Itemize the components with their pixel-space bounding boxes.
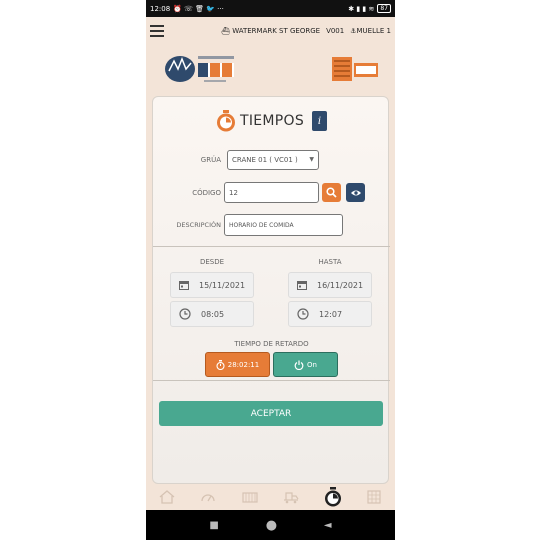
delay-toggle-button[interactable]: On xyxy=(273,352,338,377)
divider xyxy=(153,380,390,381)
app-topbar: ⛴ WATERMARK ST GEORGE V001 ⚓MUELLE 1 xyxy=(146,17,395,45)
desde-time-field[interactable]: 08:05 xyxy=(170,301,254,327)
search-icon xyxy=(326,187,337,198)
title-row: TIEMPOS i xyxy=(153,107,390,135)
home-icon xyxy=(159,490,175,504)
clock-icon xyxy=(297,308,309,320)
tiempos-card: TIEMPOS i GRÚA CRANE 01 ( VC01 ) ▼ CÓDIG… xyxy=(152,96,390,484)
phone-screen: 12:08 ⏰ ☏ 🗑 🐦 ··· ✱ ▮ ▮ ≋ 87 ⛴ WATERMARK… xyxy=(146,0,395,540)
stopwatch-icon xyxy=(216,359,225,370)
codigo-input[interactable]: 12 xyxy=(224,182,319,203)
back-button[interactable]: ◄ xyxy=(324,520,332,531)
status-bar: 12:08 ⏰ ☏ 🗑 🐦 ··· ✱ ▮ ▮ ≋ 87 xyxy=(146,0,395,17)
descripcion-label: DESCRIPCIÓN xyxy=(176,221,221,229)
desde-date-field[interactable]: 15/11/2021 xyxy=(170,272,254,298)
dock-info: ⚓MUELLE 1 xyxy=(350,27,391,35)
battery-icon: 87 xyxy=(377,4,391,13)
ship-icon: ⛴ xyxy=(221,27,230,35)
app-header xyxy=(146,45,395,95)
hasta-time-field[interactable]: 12:07 xyxy=(288,301,372,327)
chevron-down-icon: ▼ xyxy=(309,156,314,163)
clock-icon xyxy=(179,308,191,320)
eye-icon xyxy=(350,190,361,195)
view-button[interactable] xyxy=(346,183,365,202)
hasta-date-field[interactable]: 16/11/2021 xyxy=(288,272,372,298)
stopwatch-icon xyxy=(324,487,341,507)
clock: 12:08 xyxy=(150,4,171,13)
codigo-row: CÓDIGO 12 xyxy=(153,182,365,203)
tab-truck[interactable] xyxy=(281,487,301,507)
calendar-icon xyxy=(179,281,189,290)
desde-column: DESDE 15/11/2021 08:05 xyxy=(170,258,254,327)
home-button[interactable]: ● xyxy=(266,518,277,533)
android-nav-bar: ■ ● ◄ xyxy=(146,510,395,540)
hasta-column: HASTA 16/11/2021 12:07 xyxy=(288,258,372,327)
tab-container[interactable] xyxy=(240,487,260,507)
gauge-icon xyxy=(201,494,215,502)
menu-icon[interactable] xyxy=(150,25,164,37)
tab-home[interactable] xyxy=(157,487,177,507)
recent-apps-button[interactable]: ■ xyxy=(209,520,218,531)
stopwatch-icon xyxy=(216,110,235,132)
power-icon xyxy=(294,360,304,370)
tab-building[interactable] xyxy=(364,487,384,507)
siget-logo xyxy=(332,57,378,81)
voyage-info: V001 xyxy=(326,27,345,35)
container-icon xyxy=(242,492,258,503)
truck-icon xyxy=(284,492,299,504)
delay-timer-button[interactable]: 28:02:11 xyxy=(205,352,270,377)
retardo-label: TIEMPO DE RETARDO xyxy=(234,340,309,348)
notification-icons: ⏰ ☏ 🗑 🐦 ··· xyxy=(173,4,224,13)
info-button[interactable]: i xyxy=(312,111,328,131)
descripcion-input[interactable]: HORARIO DE COMIDA xyxy=(224,214,343,236)
bottom-tabbar xyxy=(146,484,395,510)
tab-tiempos[interactable] xyxy=(323,487,343,507)
page-title: TIEMPOS xyxy=(239,113,305,129)
hasta-label: HASTA xyxy=(318,258,342,266)
tab-gauge[interactable] xyxy=(198,487,218,507)
system-icons: ✱ ▮ ▮ ≋ xyxy=(348,4,375,13)
divider xyxy=(153,246,390,247)
grua-row: GRÚA CRANE 01 ( VC01 ) ▼ xyxy=(153,150,319,170)
calendar-icon xyxy=(297,281,307,290)
codigo-label: CÓDIGO xyxy=(192,188,221,197)
vessel-info: ⛴ WATERMARK ST GEORGE xyxy=(221,27,321,35)
desde-label: DESDE xyxy=(199,258,225,266)
grua-label: GRÚA xyxy=(200,156,221,164)
search-button[interactable] xyxy=(322,183,341,202)
accept-button[interactable]: ACEPTAR xyxy=(159,401,383,426)
descripcion-row: DESCRIPCIÓN HORARIO DE COMIDA xyxy=(153,214,343,236)
building-icon xyxy=(367,490,381,504)
grua-select[interactable]: CRANE 01 ( VC01 ) ▼ xyxy=(227,150,319,170)
ock-logo xyxy=(165,56,234,82)
